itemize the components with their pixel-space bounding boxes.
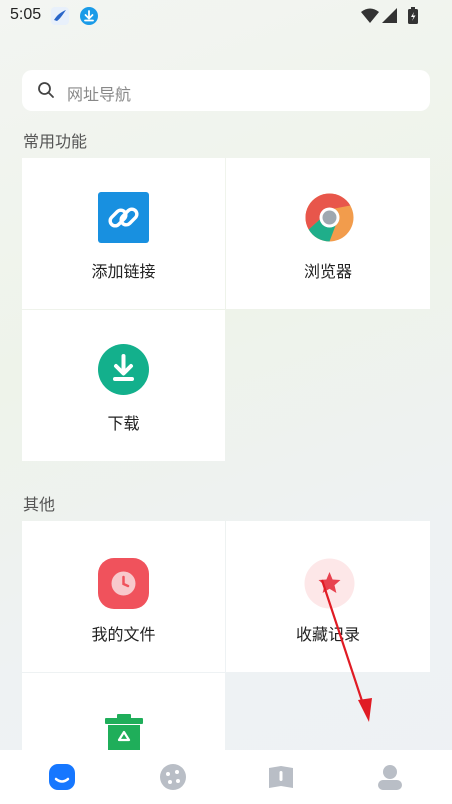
recycle-bin-card[interactable] <box>22 673 225 750</box>
status-time: 5:05 <box>10 6 42 23</box>
search-placeholder: 网址导航 <box>67 85 132 104</box>
book-icon[interactable] <box>266 762 296 792</box>
recycle-bin-icon <box>105 714 143 750</box>
add-link-label: 添加链接 <box>91 262 156 281</box>
wifi-icon <box>361 8 379 23</box>
section-title-common: 常用功能 <box>23 132 88 151</box>
home-icon[interactable] <box>47 762 77 792</box>
discover-icon[interactable] <box>158 762 188 792</box>
clock-icon <box>98 558 149 609</box>
bird-app-icon <box>51 7 69 25</box>
search-icon <box>38 82 54 98</box>
my-files-card[interactable]: 我的文件 <box>22 521 225 672</box>
bottom-navigation <box>0 750 452 804</box>
status-bar: 5:05 <box>0 0 452 34</box>
browser-icon <box>305 193 354 242</box>
download-icon <box>98 344 149 395</box>
search-bar[interactable]: 网址导航 <box>22 70 430 111</box>
browser-label: 浏览器 <box>303 262 352 281</box>
profile-icon[interactable] <box>375 762 405 792</box>
add-link-card[interactable]: 添加链接 <box>22 158 225 309</box>
download-card[interactable]: 下载 <box>22 310 225 461</box>
my-files-label: 我的文件 <box>91 625 156 644</box>
link-icon <box>98 192 149 243</box>
browser-card[interactable]: 浏览器 <box>226 158 430 309</box>
section-title-other: 其他 <box>23 495 56 514</box>
signal-icon <box>382 8 397 23</box>
download-notification-icon <box>80 7 98 25</box>
battery-icon <box>408 7 418 24</box>
annotation-arrow <box>320 579 372 722</box>
download-label: 下载 <box>107 414 140 433</box>
